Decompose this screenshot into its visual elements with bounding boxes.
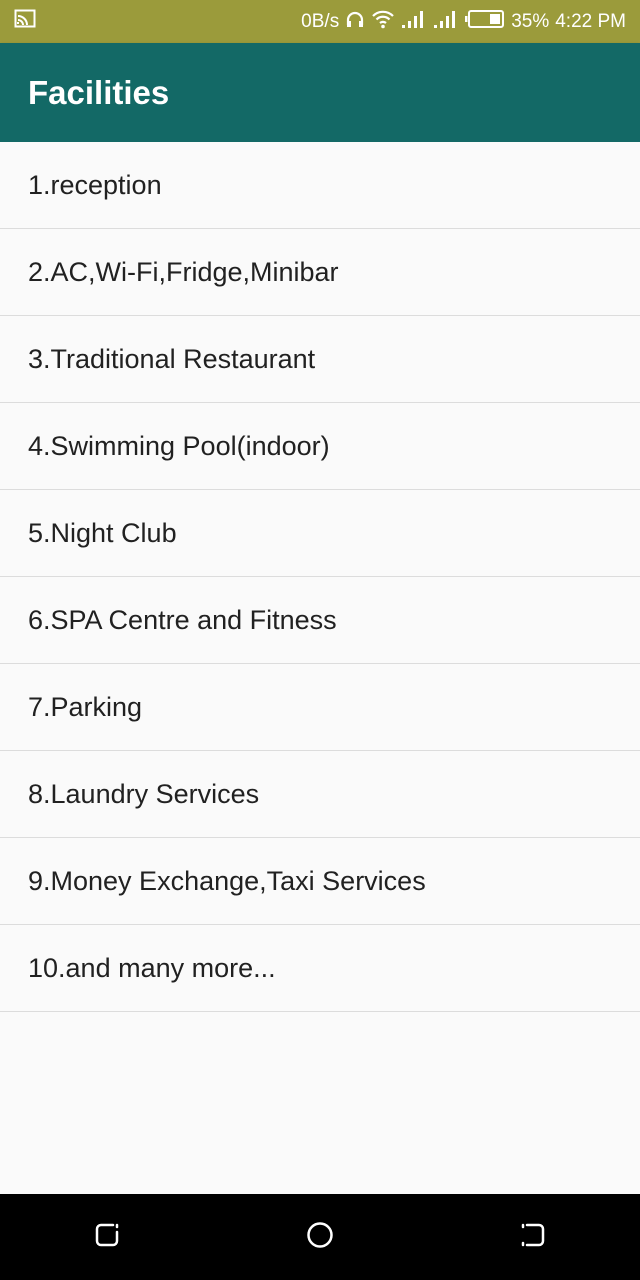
list-item-label: 6.SPA Centre and Fitness [28,604,337,635]
list-item[interactable]: 3.Traditional Restaurant [0,316,640,403]
battery-percent: 35% [511,10,550,32]
list-item[interactable]: 5.Night Club [0,490,640,577]
headphones-icon [345,10,365,34]
network-speed: 0B/s [301,10,340,32]
back-button[interactable] [503,1207,563,1267]
page-title: Facilities [28,73,170,111]
cast-icon [14,9,36,34]
list-item[interactable]: 8.Laundry Services [0,751,640,838]
list-item[interactable]: 1.reception [0,142,640,229]
signal-icon [401,9,427,35]
battery-icon [465,9,505,35]
list-item-label: 10.and many more... [28,952,276,983]
back-icon [519,1221,547,1254]
home-icon [305,1220,335,1255]
status-bar: 0B/s 35% 4:22 PM [0,0,640,43]
home-button[interactable] [290,1207,350,1267]
list-item-label: 7.Parking [28,691,143,722]
list-item-label: 3.Traditional Restaurant [28,343,316,374]
list-item-label: 8.Laundry Services [28,778,260,809]
recent-apps-icon [93,1221,121,1254]
list-item[interactable]: 4.Swimming Pool(indoor) [0,403,640,490]
list-item[interactable]: 10.and many more... [0,925,640,1012]
list-item[interactable]: 6.SPA Centre and Fitness [0,577,640,664]
list-item-label: 4.Swimming Pool(indoor) [28,430,330,461]
recent-apps-button[interactable] [77,1207,137,1267]
app-bar: Facilities [0,43,640,142]
list-item-label: 5.Night Club [28,517,177,548]
navigation-bar [0,1194,640,1280]
list-item[interactable]: 7.Parking [0,664,640,751]
facilities-list: 1.reception 2.AC,Wi-Fi,Fridge,Minibar 3.… [0,142,640,1012]
list-item[interactable]: 2.AC,Wi-Fi,Fridge,Minibar [0,229,640,316]
list-item-label: 2.AC,Wi-Fi,Fridge,Minibar [28,256,339,287]
wifi-icon [371,9,395,35]
clock: 4:22 PM [555,10,626,32]
list-item[interactable]: 9.Money Exchange,Taxi Services [0,838,640,925]
signal-icon [433,9,459,35]
list-item-label: 9.Money Exchange,Taxi Services [28,865,426,896]
list-item-label: 1.reception [28,169,162,200]
